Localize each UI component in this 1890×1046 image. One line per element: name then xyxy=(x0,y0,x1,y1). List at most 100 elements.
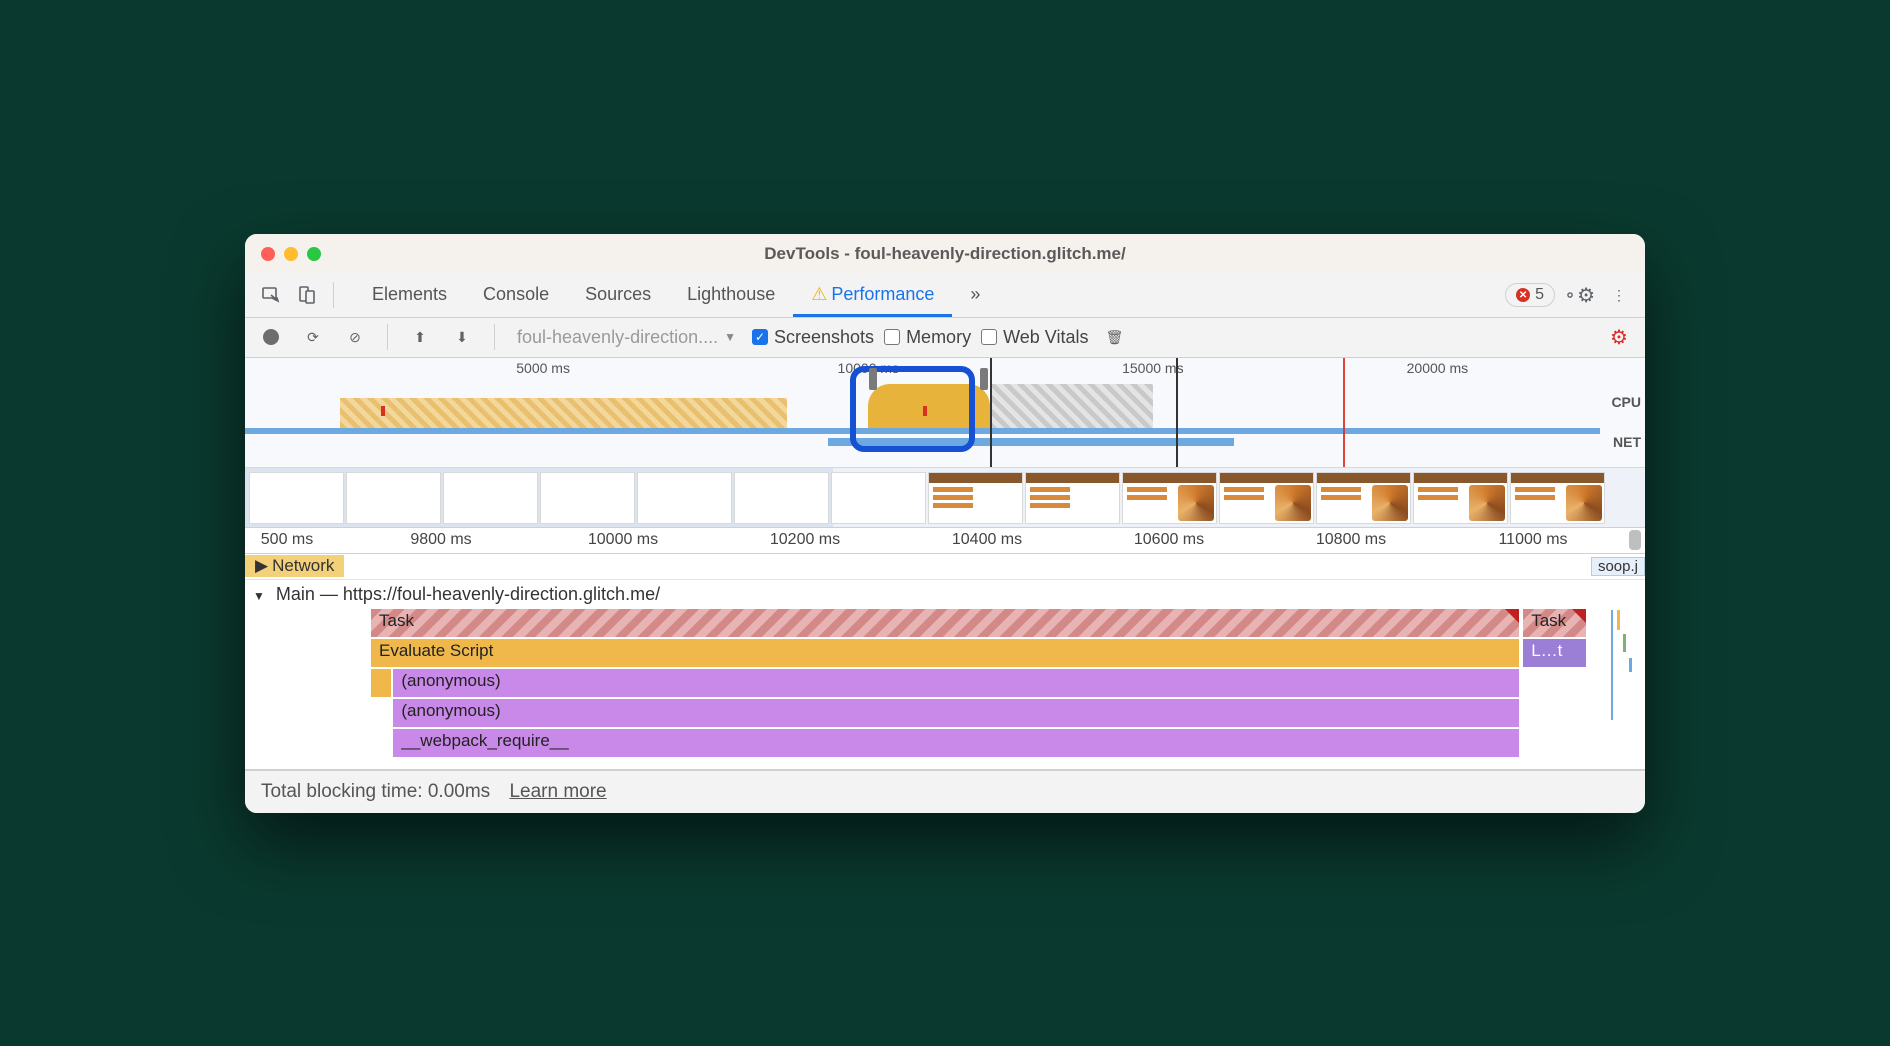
flame-bar[interactable] xyxy=(371,669,391,697)
kebab-icon[interactable]: ⋮ xyxy=(1603,279,1635,311)
separator xyxy=(387,324,388,350)
inspect-icon[interactable] xyxy=(255,279,287,311)
screenshot-thumb[interactable] xyxy=(1122,472,1217,524)
scrollbar-thumb[interactable] xyxy=(1629,530,1641,550)
timeline-ruler[interactable]: 500 ms 9800 ms 10000 ms 10200 ms 10400 m… xyxy=(245,528,1645,554)
upload-icon[interactable]: ⬆ xyxy=(404,321,436,353)
record-button[interactable] xyxy=(255,321,287,353)
screenshot-thumb[interactable] xyxy=(831,472,926,524)
reload-icon[interactable]: ⟳ xyxy=(297,321,329,353)
ruler-tick: 500 ms xyxy=(261,531,313,549)
window-controls xyxy=(261,247,321,261)
close-icon[interactable] xyxy=(261,247,275,261)
titlebar: DevTools - foul-heavenly-direction.glitc… xyxy=(245,234,1645,274)
cpu-activity xyxy=(340,398,787,428)
long-task-indicator-icon xyxy=(1572,609,1586,623)
warning-icon: ⚠ xyxy=(811,284,827,304)
main-track-header[interactable]: ▼ Main — https://foul-heavenly-direction… xyxy=(245,580,1645,607)
tab-console[interactable]: Console xyxy=(465,274,567,317)
flame-bar-webpack-require[interactable]: __webpack_require__ xyxy=(393,729,1519,757)
screenshots-strip[interactable] xyxy=(245,468,1645,528)
tab-sources[interactable]: Sources xyxy=(567,274,669,317)
flame-label: Task xyxy=(379,611,414,630)
marker-line-red xyxy=(1343,358,1345,467)
flame-label: Evaluate Script xyxy=(379,641,493,660)
screenshot-thumb[interactable] xyxy=(1510,472,1605,524)
clear-icon[interactable]: ⊘ xyxy=(339,321,371,353)
webvitals-checkbox[interactable]: Web Vitals xyxy=(981,327,1088,348)
screenshot-thumb[interactable] xyxy=(1219,472,1314,524)
device-toggle-icon[interactable] xyxy=(291,279,323,311)
flame-bar-task[interactable]: Task xyxy=(1523,609,1586,637)
tabbar-right: ✕ 5 ⚙ ⋮ xyxy=(1505,279,1635,311)
flame-bar-layout[interactable]: L…t xyxy=(1523,639,1586,667)
flame-label: __webpack_require__ xyxy=(401,731,568,750)
webvitals-label: Web Vitals xyxy=(1003,327,1088,348)
screenshots-checkbox[interactable]: ✓ Screenshots xyxy=(752,327,874,348)
right-mini-strip xyxy=(1609,610,1643,769)
maximize-icon[interactable] xyxy=(307,247,321,261)
screenshot-thumb[interactable] xyxy=(346,472,441,524)
flame-bar-task[interactable]: Task xyxy=(371,609,1519,637)
screenshot-thumb[interactable] xyxy=(1413,472,1508,524)
memory-checkbox[interactable]: Memory xyxy=(884,327,971,348)
selection-handle-left[interactable] xyxy=(869,368,877,390)
network-request-tag[interactable]: soop.j xyxy=(1591,557,1645,576)
checkbox-icon xyxy=(981,329,997,345)
download-icon[interactable]: ⬇ xyxy=(446,321,478,353)
network-track-header[interactable]: ▶Network soop.j xyxy=(245,554,1645,580)
tab-elements[interactable]: Elements xyxy=(354,274,465,317)
main-track-title: Main — https://foul-heavenly-direction.g… xyxy=(276,584,660,604)
screenshot-thumb[interactable] xyxy=(1025,472,1120,524)
window-title: DevTools - foul-heavenly-direction.glitc… xyxy=(245,244,1645,264)
screenshot-thumb[interactable] xyxy=(249,472,344,524)
recording-select-label: foul-heavenly-direction.... xyxy=(517,327,718,348)
panel-tabbar: Elements Console Sources Lighthouse ⚠Per… xyxy=(245,274,1645,318)
ruler-tick: 9800 ms xyxy=(410,531,471,549)
tab-performance[interactable]: ⚠Performance xyxy=(793,274,952,317)
flame-chart[interactable]: ▼ Main — https://foul-heavenly-direction… xyxy=(245,580,1645,770)
flame-label: (anonymous) xyxy=(401,671,500,690)
screenshot-thumb[interactable] xyxy=(1316,472,1411,524)
minimize-icon[interactable] xyxy=(284,247,298,261)
tab-lighthouse[interactable]: Lighthouse xyxy=(669,274,793,317)
tab-overflow[interactable]: » xyxy=(952,274,998,317)
ruler-tick: 10000 ms xyxy=(588,531,658,549)
tab-performance-label: Performance xyxy=(831,284,934,304)
playhead[interactable] xyxy=(990,358,992,467)
summary-footer: Total blocking time: 0.00ms Learn more xyxy=(245,770,1645,813)
screenshot-thumb[interactable] xyxy=(734,472,829,524)
ov-tick: 20000 ms xyxy=(1407,360,1468,376)
trash-icon[interactable]: 🗑 xyxy=(1098,321,1130,353)
overview-cpu-label: CPU xyxy=(1611,394,1641,410)
flame-bar-anonymous[interactable]: (anonymous) xyxy=(393,699,1519,727)
capture-settings-icon[interactable]: ⚙ xyxy=(1603,321,1635,353)
overview-strip[interactable]: 5000 ms 10000 ms 15000 ms 20000 ms CPU N… xyxy=(245,358,1645,468)
flame-bar-evaluate-script[interactable]: Evaluate Script xyxy=(371,639,1519,667)
screenshots-label: Screenshots xyxy=(774,327,874,348)
error-dot-icon: ✕ xyxy=(1516,288,1530,302)
screenshot-thumb[interactable] xyxy=(928,472,1023,524)
screenshot-thumb[interactable] xyxy=(637,472,732,524)
ruler-tick: 10600 ms xyxy=(1134,531,1204,549)
devtools-window: DevTools - foul-heavenly-direction.glitc… xyxy=(245,234,1645,813)
recording-select[interactable]: foul-heavenly-direction.... ▼ xyxy=(511,325,742,350)
separator xyxy=(333,282,334,308)
learn-more-link[interactable]: Learn more xyxy=(509,781,606,802)
ruler-tick: 10400 ms xyxy=(952,531,1022,549)
error-count: 5 xyxy=(1535,286,1544,304)
selection-handle-right[interactable] xyxy=(980,368,988,390)
chevron-down-icon: ▼ xyxy=(724,330,736,344)
tabs: Elements Console Sources Lighthouse ⚠Per… xyxy=(354,274,998,317)
flame-bar-anonymous[interactable]: (anonymous) xyxy=(393,669,1519,697)
ruler-tick: 10800 ms xyxy=(1316,531,1386,549)
marker-icon xyxy=(381,406,385,416)
screenshot-thumb[interactable] xyxy=(540,472,635,524)
error-count-pill[interactable]: ✕ 5 xyxy=(1505,283,1555,307)
network-label: Network xyxy=(272,556,334,576)
gear-icon[interactable]: ⚙ xyxy=(1563,279,1595,311)
tbt-label: Total blocking time: 0.00ms xyxy=(261,781,490,802)
screenshot-thumb[interactable] xyxy=(443,472,538,524)
ov-tick: 5000 ms xyxy=(516,360,570,376)
ruler-tick: 10200 ms xyxy=(770,531,840,549)
